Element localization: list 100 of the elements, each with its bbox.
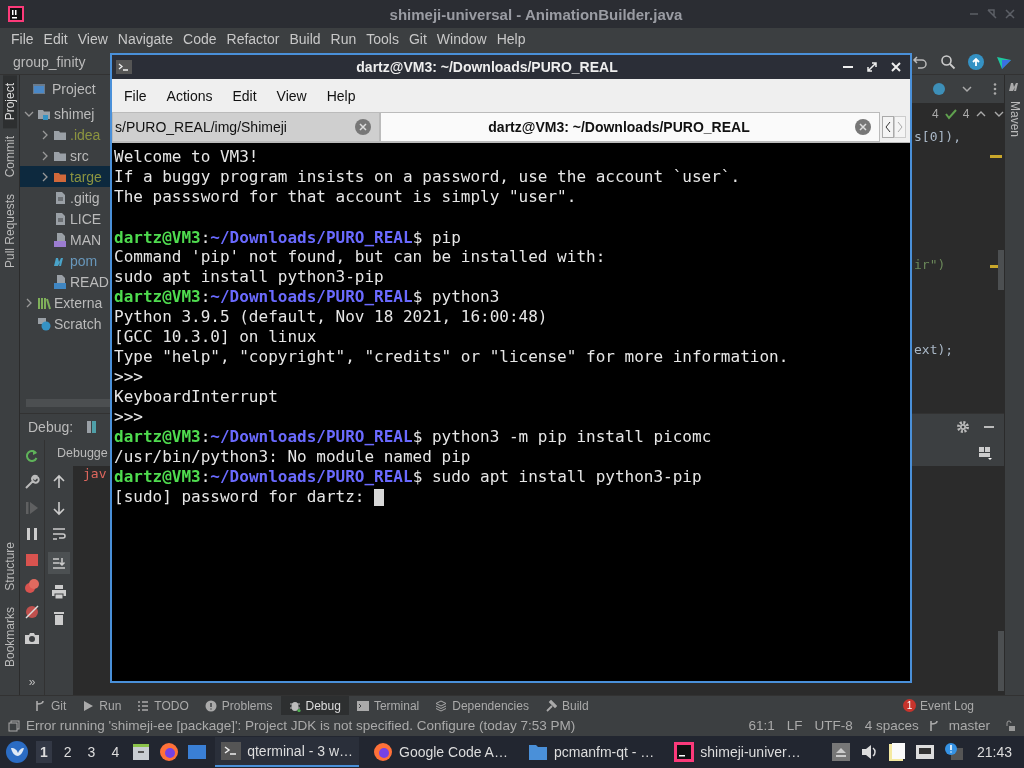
tree-item[interactable]: READ: [20, 271, 110, 292]
desktop-icon[interactable]: [187, 742, 208, 762]
branch-name[interactable]: master: [945, 718, 998, 733]
file-cabinet-icon[interactable]: [131, 742, 152, 762]
maximize-icon[interactable]: [866, 61, 878, 73]
taskbar-button[interactable]: shimeji-univer…: [668, 737, 807, 767]
clock[interactable]: 21:43: [970, 744, 1018, 760]
status-item[interactable]: 61:1: [745, 718, 778, 733]
panel-title[interactable]: Project: [52, 81, 96, 97]
menu-item[interactable]: Code: [178, 31, 222, 47]
lock-icon[interactable]: [1004, 719, 1016, 732]
session-tab[interactable]: s/PURO_REAL/img/Shimeji: [112, 112, 380, 142]
menu-item[interactable]: Navigate: [112, 31, 179, 47]
desktop-switcher[interactable]: 2: [59, 741, 76, 763]
menu-item[interactable]: Refactor: [221, 31, 285, 47]
tree-item[interactable]: shimej: [20, 103, 110, 124]
start-menu-icon[interactable]: [6, 741, 28, 763]
tool-window-tab[interactable]: Debug: [280, 695, 349, 716]
tool-window-tab[interactable]: Pull Requests: [2, 185, 17, 276]
tree-item[interactable]: Scratch: [20, 313, 110, 334]
network-icon[interactable]: [914, 742, 935, 762]
wrench-icon[interactable]: [24, 474, 40, 490]
more-button[interactable]: »: [28, 675, 36, 695]
menu-item[interactable]: Run: [325, 31, 362, 47]
tree-item[interactable]: .gitig: [20, 187, 110, 208]
tool-window-tab[interactable]: Project: [2, 75, 17, 129]
chevron-icon[interactable]: [40, 150, 50, 161]
menu-item[interactable]: View: [266, 87, 317, 104]
undo-icon[interactable]: [912, 54, 928, 70]
stop-icon[interactable]: [24, 552, 40, 568]
print-icon[interactable]: [51, 584, 67, 600]
status-item[interactable]: UTF-8: [811, 718, 856, 733]
trash-icon[interactable]: [51, 610, 67, 626]
tree-item[interactable]: MAN: [20, 229, 110, 250]
tree-item[interactable]: pom: [20, 250, 110, 271]
tree-item[interactable]: targe: [20, 166, 110, 187]
pause-icon[interactable]: [24, 526, 40, 542]
status-item[interactable]: LF: [783, 718, 806, 733]
tool-window-tab[interactable]: Git: [26, 695, 75, 716]
arrow-down-icon[interactable]: [51, 500, 67, 516]
debugger-tab[interactable]: Debugge: [57, 446, 108, 460]
taskbar-button[interactable]: Google Code A…: [367, 737, 514, 767]
breakpoints-icon[interactable]: [24, 578, 40, 594]
tool-window-tab[interactable]: Run: [74, 695, 130, 716]
status-item[interactable]: 4 spaces: [861, 718, 922, 733]
tool-window-tab[interactable]: Dependencies: [427, 695, 537, 716]
breadcrumb[interactable]: group_finity: [0, 54, 86, 70]
scroll-to-end-icon[interactable]: [48, 552, 70, 574]
tree-item[interactable]: .idea: [20, 124, 110, 145]
scrollbar[interactable]: [26, 399, 110, 407]
update-icon[interactable]: [968, 54, 984, 70]
rerun-icon[interactable]: [24, 448, 40, 464]
menu-item[interactable]: Actions: [156, 87, 223, 104]
tool-window-tab[interactable]: Commit: [2, 128, 17, 186]
scrollbar[interactable]: [998, 631, 1004, 691]
desktop-switcher[interactable]: 4: [107, 741, 124, 763]
tool-window-tab[interactable]: Structure: [2, 534, 17, 599]
class-icon[interactable]: [932, 82, 946, 96]
notification-icon[interactable]: [942, 742, 963, 762]
tool-window-tab[interactable]: Terminal: [348, 695, 428, 716]
menu-item[interactable]: Help: [491, 31, 531, 47]
search-icon[interactable]: [940, 54, 956, 70]
settings-icon[interactable]: [956, 420, 970, 434]
tree-item[interactable]: src: [20, 145, 110, 166]
chevron-icon[interactable]: [40, 129, 50, 140]
menu-item[interactable]: Edit: [38, 31, 73, 47]
scroll-left-icon[interactable]: [882, 116, 894, 138]
browser-icon[interactable]: [159, 742, 180, 762]
menu-item[interactable]: Edit: [222, 87, 267, 104]
tool-window-tab[interactable]: Build: [536, 695, 597, 716]
menu-item[interactable]: Git: [403, 31, 432, 47]
status-message[interactable]: Error running 'shimeji-ee [package]': Project JDK is not specified. Configure (today 7:53 PM): [26, 718, 576, 733]
plugin-logo-icon[interactable]: [996, 54, 1012, 70]
menu-item[interactable]: Window: [431, 31, 492, 47]
mute-breakpoints-icon[interactable]: [24, 604, 40, 620]
close-tab-icon[interactable]: [855, 119, 871, 135]
scrollbar[interactable]: [998, 250, 1004, 290]
check-count[interactable]: 4: [962, 107, 970, 121]
tree-item[interactable]: Externa: [20, 292, 110, 313]
menu-item[interactable]: File: [6, 31, 39, 47]
chevron-icon[interactable]: [40, 171, 50, 182]
camera-icon[interactable]: [24, 630, 40, 646]
session-tab[interactable]: dartz@VM3: ~/Downloads/PURO_REAL: [380, 112, 880, 142]
tool-window-tab[interactable]: TODO: [129, 695, 197, 716]
tool-window-tab[interactable]: Problems: [196, 695, 281, 716]
menu-item[interactable]: Build: [284, 31, 326, 47]
taskbar-button[interactable]: pcmanfm-qt - …: [521, 737, 661, 767]
desktop-switcher[interactable]: 3: [83, 741, 100, 763]
warning-count[interactable]: 4: [932, 107, 939, 121]
layout-icon[interactable]: [978, 446, 992, 460]
tool-window-tab[interactable]: Bookmarks: [2, 598, 17, 675]
menu-item[interactable]: Help: [316, 87, 366, 104]
soft-wrap-icon[interactable]: [51, 526, 67, 542]
close-tab-icon[interactable]: [355, 119, 371, 135]
notes-icon[interactable]: [886, 742, 907, 762]
arrow-up-icon[interactable]: [51, 474, 67, 490]
taskbar-button[interactable]: qterminal - 3 w…: [215, 737, 359, 767]
close-icon[interactable]: [890, 61, 902, 73]
menu-item[interactable]: Tools: [361, 31, 404, 47]
tool-window-tab[interactable]: Maven: [1007, 93, 1022, 146]
